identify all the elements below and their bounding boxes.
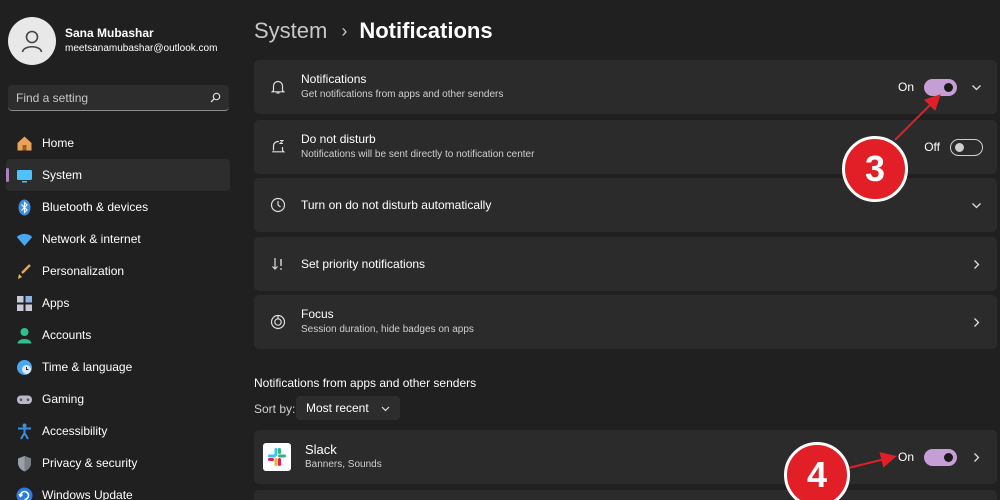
sort-priority-icon — [272, 258, 282, 270]
sidebar-nav: Home System Bluetooth & devices Network … — [6, 127, 230, 500]
sort-label: Sort by: — [254, 402, 296, 416]
annotation-step-3: 3 — [842, 136, 908, 202]
clock-globe-icon — [16, 359, 32, 375]
user-name: Sana Mubashar — [65, 26, 154, 40]
home-icon — [17, 136, 31, 150]
sidebar-item-apps[interactable]: Apps — [6, 287, 230, 319]
toggle-state-label: On — [897, 80, 914, 94]
bell-icon — [270, 80, 286, 94]
sidebar-item-bluetooth[interactable]: Bluetooth & devices — [6, 191, 230, 223]
wifi-icon — [16, 233, 32, 246]
card-title: Do not disturb — [301, 132, 376, 146]
slack-logo — [263, 443, 291, 471]
page-title: Notifications — [359, 18, 493, 43]
notifications-toggle[interactable] — [924, 78, 957, 96]
senders-section-title: Notifications from apps and other sender… — [254, 376, 477, 390]
sidebar-item-system[interactable]: System — [6, 159, 230, 191]
apps-icon — [16, 295, 32, 311]
sidebar-item-gaming[interactable]: Gaming — [6, 383, 230, 415]
avatar — [8, 17, 56, 65]
person-icon — [21, 30, 43, 53]
toggle-state-label: Off — [924, 140, 940, 154]
sidebar-item-label: Accessibility — [42, 424, 108, 438]
update-icon — [16, 487, 32, 500]
do-not-disturb-toggle[interactable] — [950, 138, 983, 156]
app-name: Slack — [305, 442, 337, 457]
sidebar-item-label: System — [42, 168, 83, 182]
slack-toggle[interactable] — [924, 448, 957, 466]
shield-icon — [17, 455, 31, 471]
chevron-down-icon — [381, 406, 390, 411]
sidebar-item-label: Network & internet — [42, 232, 141, 246]
sidebar-item-windows-update[interactable]: Windows Update — [6, 479, 230, 500]
sidebar-item-accounts[interactable]: Accounts — [6, 319, 230, 351]
sidebar-item-label: Personalization — [42, 264, 125, 278]
brush-icon — [17, 263, 31, 279]
card-title: Set priority notifications — [301, 256, 426, 271]
card-title: Turn on do not disturb automatically — [301, 197, 492, 212]
sidebar-item-label: Windows Update — [42, 488, 133, 500]
card-title: Notifications — [301, 72, 367, 86]
breadcrumb-parent[interactable]: System — [254, 18, 327, 44]
app-subtitle: Banners, Sounds — [305, 459, 382, 470]
sort-value: Most recent — [306, 401, 369, 415]
sidebar-item-time-language[interactable]: Time & language — [6, 351, 230, 383]
focus-card[interactable]: Focus Session duration, hide badges on a… — [254, 295, 997, 349]
sidebar-item-label: Privacy & security — [42, 456, 138, 470]
sidebar-item-accessibility[interactable]: Accessibility — [6, 415, 230, 447]
sidebar-item-label: Time & language — [42, 360, 133, 374]
card-title: Focus — [301, 307, 334, 321]
toggle-state-label: On — [897, 450, 914, 464]
user-email: meetsanamubashar@outlook.com — [65, 43, 218, 54]
card-subtitle: Get notifications from apps and other se… — [301, 89, 504, 100]
search-placeholder: Find a setting — [16, 90, 89, 105]
sidebar-item-label: Gaming — [42, 392, 85, 406]
do-not-disturb-icon — [272, 140, 286, 153]
chevron-down-icon[interactable] — [971, 200, 982, 211]
search-input[interactable]: Find a setting — [8, 85, 229, 111]
sidebar-item-label: Bluetooth & devices — [42, 200, 149, 214]
sidebar-item-personalization[interactable]: Personalization — [6, 255, 230, 287]
breadcrumb-separator: › — [341, 20, 348, 41]
chevron-right-icon — [973, 452, 979, 462]
sidebar-item-label: Apps — [42, 296, 70, 310]
card-subtitle: Notifications will be sent directly to n… — [301, 149, 535, 160]
annotation-step-4: 4 — [784, 442, 850, 500]
sidebar-item-network[interactable]: Network & internet — [6, 223, 230, 255]
bluetooth-icon — [18, 199, 30, 215]
chevron-right-icon — [973, 259, 979, 269]
card-subtitle: Session duration, hide badges on apps — [301, 324, 474, 335]
sidebar-item-label: Home — [42, 136, 75, 150]
sidebar-item-home[interactable]: Home — [6, 127, 230, 159]
search-icon — [210, 92, 221, 103]
chevron-right-icon — [973, 317, 979, 327]
user-profile[interactable]: Sana Mubashar meetsanamubashar@outlook.c… — [8, 17, 217, 65]
sidebar: Sana Mubashar meetsanamubashar@outlook.c… — [0, 0, 238, 500]
breadcrumb: System › Notifications — [254, 18, 493, 44]
app-row-partial[interactable] — [254, 490, 997, 500]
accounts-icon — [17, 327, 31, 343]
sort-dropdown[interactable]: Most recent — [296, 396, 400, 420]
clock-icon — [270, 197, 286, 213]
accessibility-icon — [17, 423, 31, 440]
sidebar-item-label: Accounts — [42, 328, 92, 342]
app-row-slack[interactable]: Slack Banners, Sounds On — [254, 430, 997, 484]
slack-icon — [268, 448, 286, 466]
priority-notifications-card[interactable]: Set priority notifications — [254, 237, 997, 291]
gamepad-icon — [16, 395, 32, 404]
focus-icon — [270, 314, 286, 330]
system-icon — [16, 169, 32, 182]
notifications-card[interactable]: Notifications Get notifications from app… — [254, 60, 997, 114]
chevron-down-icon[interactable] — [971, 82, 982, 93]
sidebar-item-privacy[interactable]: Privacy & security — [6, 447, 230, 479]
